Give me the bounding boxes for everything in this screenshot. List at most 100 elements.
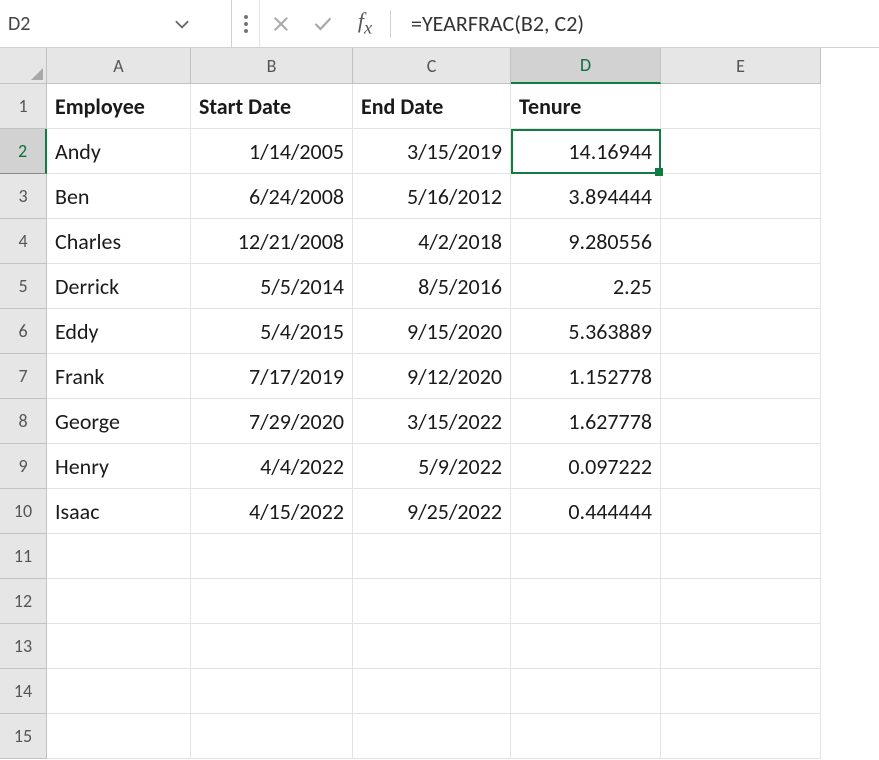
enter-icon[interactable] [302, 0, 344, 47]
cell-B14[interactable] [191, 669, 353, 714]
cell-D12[interactable] [511, 579, 661, 624]
cell-B10[interactable]: 4/15/2022 [191, 489, 353, 534]
cell-D3[interactable]: 3.894444 [511, 174, 661, 219]
row-header-2[interactable]: 2 [0, 129, 47, 174]
cell-C15[interactable] [353, 714, 511, 759]
cell-D14[interactable] [511, 669, 661, 714]
cell-C9[interactable]: 5/9/2022 [353, 444, 511, 489]
row-header-6[interactable]: 6 [0, 309, 47, 354]
cell-C2[interactable]: 3/15/2019 [353, 129, 511, 174]
cell-A5[interactable]: Derrick [47, 264, 191, 309]
row-header-1[interactable]: 1 [0, 84, 47, 129]
cell-A4[interactable]: Charles [47, 219, 191, 264]
cell-B4[interactable]: 12/21/2008 [191, 219, 353, 264]
cell-C3[interactable]: 5/16/2012 [353, 174, 511, 219]
cell-B9[interactable]: 4/4/2022 [191, 444, 353, 489]
cell-E4[interactable] [661, 219, 821, 264]
column-header-A[interactable]: A [47, 48, 191, 84]
cell-E2[interactable] [661, 129, 821, 174]
cell-E7[interactable] [661, 354, 821, 399]
select-all-corner[interactable] [0, 48, 47, 84]
formula-bar-options-icon[interactable] [232, 0, 260, 47]
cell-A12[interactable] [47, 579, 191, 624]
name-box-input[interactable] [8, 12, 168, 36]
cell-C5[interactable]: 8/5/2016 [353, 264, 511, 309]
cell-C14[interactable] [353, 669, 511, 714]
cell-D4[interactable]: 9.280556 [511, 219, 661, 264]
cell-B3[interactable]: 6/24/2008 [191, 174, 353, 219]
cell-C13[interactable] [353, 624, 511, 669]
cell-E14[interactable] [661, 669, 821, 714]
cell-D11[interactable] [511, 534, 661, 579]
cell-A8[interactable]: George [47, 399, 191, 444]
cell-A6[interactable]: Eddy [47, 309, 191, 354]
row-header-11[interactable]: 11 [0, 534, 47, 579]
cell-E10[interactable] [661, 489, 821, 534]
cell-A15[interactable] [47, 714, 191, 759]
name-box-chevron-icon[interactable] [168, 0, 196, 47]
row-header-15[interactable]: 15 [0, 714, 47, 759]
cell-C10[interactable]: 9/25/2022 [353, 489, 511, 534]
cell-D10[interactable]: 0.444444 [511, 489, 661, 534]
cell-C4[interactable]: 4/2/2018 [353, 219, 511, 264]
cell-A2[interactable]: Andy [47, 129, 191, 174]
cell-C11[interactable] [353, 534, 511, 579]
cancel-icon[interactable] [260, 0, 302, 47]
cell-E11[interactable] [661, 534, 821, 579]
cell-E9[interactable] [661, 444, 821, 489]
cell-E13[interactable] [661, 624, 821, 669]
cell-A7[interactable]: Frank [47, 354, 191, 399]
cell-D6[interactable]: 5.363889 [511, 309, 661, 354]
row-header-4[interactable]: 4 [0, 219, 47, 264]
row-header-14[interactable]: 14 [0, 669, 47, 714]
row-header-10[interactable]: 10 [0, 489, 47, 534]
cell-E5[interactable] [661, 264, 821, 309]
cell-E1[interactable] [661, 84, 821, 129]
cell-E3[interactable] [661, 174, 821, 219]
cell-D5[interactable]: 2.25 [511, 264, 661, 309]
cell-A10[interactable]: Isaac [47, 489, 191, 534]
cell-A13[interactable] [47, 624, 191, 669]
column-header-E[interactable]: E [661, 48, 821, 84]
cell-B5[interactable]: 5/5/2014 [191, 264, 353, 309]
cell-B7[interactable]: 7/17/2019 [191, 354, 353, 399]
cell-C1[interactable]: End Date [353, 84, 511, 129]
formula-input[interactable] [395, 10, 879, 37]
column-header-B[interactable]: B [191, 48, 353, 84]
cell-B1[interactable]: Start Date [191, 84, 353, 129]
cell-E6[interactable] [661, 309, 821, 354]
row-header-5[interactable]: 5 [0, 264, 47, 309]
cell-D13[interactable] [511, 624, 661, 669]
cell-B2[interactable]: 1/14/2005 [191, 129, 353, 174]
column-header-C[interactable]: C [353, 48, 511, 84]
cell-B8[interactable]: 7/29/2020 [191, 399, 353, 444]
row-header-3[interactable]: 3 [0, 174, 47, 219]
cell-B13[interactable] [191, 624, 353, 669]
cell-D8[interactable]: 1.627778 [511, 399, 661, 444]
row-header-9[interactable]: 9 [0, 444, 47, 489]
cell-C8[interactable]: 3/15/2022 [353, 399, 511, 444]
cell-D2[interactable]: 14.16944 [511, 129, 661, 174]
row-header-8[interactable]: 8 [0, 399, 47, 444]
cell-A3[interactable]: Ben [47, 174, 191, 219]
cell-D7[interactable]: 1.152778 [511, 354, 661, 399]
row-header-12[interactable]: 12 [0, 579, 47, 624]
cell-A14[interactable] [47, 669, 191, 714]
cell-C6[interactable]: 9/15/2020 [353, 309, 511, 354]
cell-C12[interactable] [353, 579, 511, 624]
fx-icon[interactable]: fx [344, 0, 386, 47]
cell-B12[interactable] [191, 579, 353, 624]
cell-B11[interactable] [191, 534, 353, 579]
cell-C7[interactable]: 9/12/2020 [353, 354, 511, 399]
column-header-D[interactable]: D [511, 48, 661, 84]
cell-E15[interactable] [661, 714, 821, 759]
cell-B15[interactable] [191, 714, 353, 759]
cell-A11[interactable] [47, 534, 191, 579]
cell-D15[interactable] [511, 714, 661, 759]
cell-B6[interactable]: 5/4/2015 [191, 309, 353, 354]
cell-D9[interactable]: 0.097222 [511, 444, 661, 489]
cell-E12[interactable] [661, 579, 821, 624]
row-header-13[interactable]: 13 [0, 624, 47, 669]
cell-D1[interactable]: Tenure [511, 84, 661, 129]
cell-A1[interactable]: Employee [47, 84, 191, 129]
